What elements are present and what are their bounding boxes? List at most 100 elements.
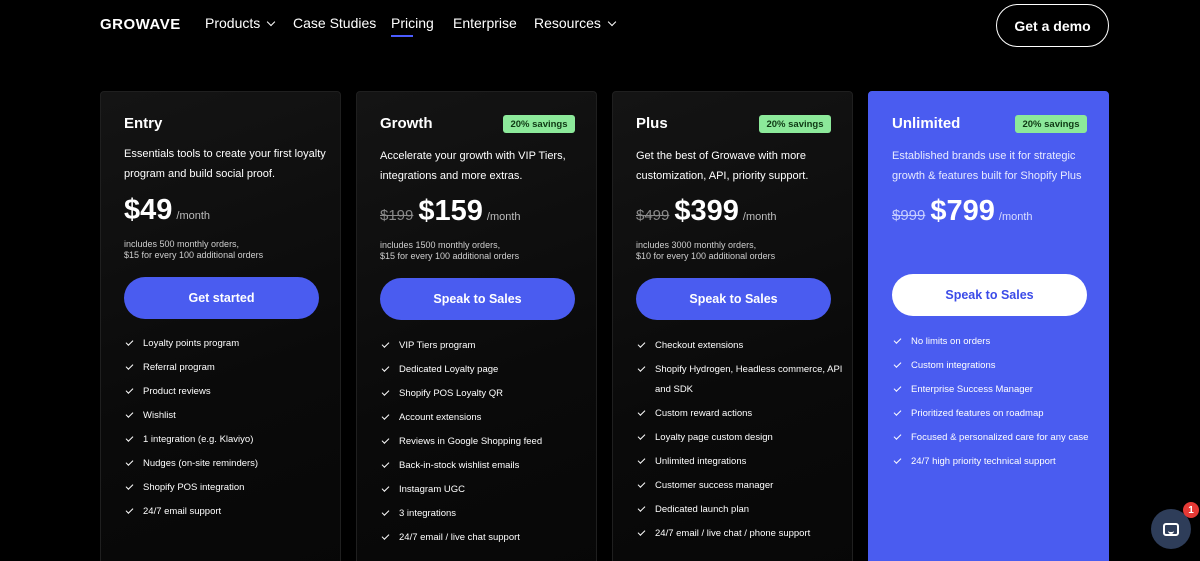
price-period: /month <box>176 210 211 222</box>
check-icon <box>637 432 646 440</box>
feature-list: Loyalty points program Referral program … <box>125 334 331 526</box>
check-icon <box>637 408 646 416</box>
check-icon <box>381 460 390 468</box>
old-price: $999 <box>892 207 926 224</box>
feature-item: Custom reward actions <box>637 404 843 424</box>
feature-text: Loyalty page custom design <box>655 432 773 443</box>
chat-notification-badge: 1 <box>1183 502 1199 518</box>
check-icon <box>893 456 902 464</box>
plan-price: $159 <box>418 195 483 227</box>
nav-case-studies[interactable]: Case Studies <box>293 15 376 31</box>
plan-card-plus: Plus 20% savings Get the best of Growave… <box>612 91 853 561</box>
price-row: $199 $159 /month <box>380 195 521 228</box>
feature-text: Customer success manager <box>655 480 774 491</box>
feature-item: 24/7 email / live chat / phone support <box>637 524 843 544</box>
savings-badge: 20% savings <box>759 115 831 133</box>
orders-line-2: $15 for every 100 additional orders <box>124 250 264 260</box>
feature-text: Loyalty points program <box>143 338 240 349</box>
top-nav: GROWAVE Products Case Studies Pricing En… <box>0 0 1200 50</box>
nav-products[interactable]: Products <box>205 15 276 31</box>
check-icon <box>893 336 902 344</box>
check-icon <box>125 458 134 466</box>
feature-item: VIP Tiers program <box>381 336 587 356</box>
pricing-page: GROWAVE Products Case Studies Pricing En… <box>0 0 1200 561</box>
price-row: $49 /month <box>124 194 210 227</box>
orders-line-2: $10 for every 100 additional orders <box>636 251 776 261</box>
plan-name: Growth <box>380 115 433 132</box>
plan-card-entry: Entry Essentials tools to create your fi… <box>100 91 341 561</box>
feature-text: 24/7 high priority technical support <box>911 456 1056 467</box>
get-started-button[interactable]: Get started <box>124 277 319 319</box>
savings-badge: 20% savings <box>503 115 575 133</box>
feature-item: Prioritized features on roadmap <box>893 404 1099 424</box>
feature-item: Dedicated launch plan <box>637 500 843 520</box>
feature-text: No limits on orders <box>911 336 991 347</box>
feature-text: Custom integrations <box>911 360 996 371</box>
feature-item: Account extensions <box>381 408 587 428</box>
feature-item: Enterprise Success Manager <box>893 380 1099 400</box>
plan-price: $49 <box>124 194 173 226</box>
feature-item: Product reviews <box>125 382 331 402</box>
check-icon <box>381 412 390 420</box>
check-icon <box>381 484 390 492</box>
orders-info: includes 1500 monthly orders, $15 for ev… <box>380 240 519 262</box>
check-icon <box>637 504 646 512</box>
feature-item: 3 integrations <box>381 504 587 524</box>
feature-item: Wishlist <box>125 406 331 426</box>
feature-item: No limits on orders <box>893 332 1099 352</box>
check-icon <box>381 340 390 348</box>
check-icon <box>125 362 134 370</box>
price-period: /month <box>486 211 521 223</box>
orders-info: includes 500 monthly orders, $15 for eve… <box>124 239 263 261</box>
feature-text: 24/7 email / live chat support <box>399 532 520 543</box>
feature-item: 1 integration (e.g. Klaviyo) <box>125 430 331 450</box>
feature-text: Referral program <box>143 362 215 373</box>
feature-text: Reviews in Google Shopping feed <box>399 436 543 447</box>
growave-logo[interactable]: GROWAVE <box>100 16 181 33</box>
check-icon <box>637 480 646 488</box>
check-icon <box>893 384 902 392</box>
feature-text: 24/7 email support <box>143 506 222 517</box>
check-icon <box>893 432 902 440</box>
price-row: $499 $399 /month <box>636 195 777 228</box>
speak-to-sales-button[interactable]: Speak to Sales <box>892 274 1087 316</box>
feature-item: Back-in-stock wishlist emails <box>381 456 587 476</box>
get-a-demo-button[interactable]: Get a demo <box>996 4 1109 47</box>
feature-item: Unlimited integrations <box>637 452 843 472</box>
feature-item: 24/7 high priority technical support <box>893 452 1099 472</box>
feature-item: Shopify POS integration <box>125 478 331 498</box>
old-price: $199 <box>380 207 414 224</box>
price-period: /month <box>742 211 777 223</box>
feature-text: Custom reward actions <box>655 408 753 419</box>
feature-item: Instagram UGC <box>381 480 587 500</box>
check-icon <box>637 364 646 372</box>
chevron-down-icon <box>607 17 617 26</box>
feature-text: Nudges (on-site reminders) <box>143 458 259 469</box>
feature-text: 1 integration (e.g. Klaviyo) <box>143 434 254 445</box>
nav-active-underline <box>391 35 413 37</box>
feature-item: Nudges (on-site reminders) <box>125 454 331 474</box>
plan-description: Established brands use it for strategic … <box>892 150 1082 182</box>
nav-pricing[interactable]: Pricing <box>391 15 434 31</box>
check-icon <box>125 506 134 514</box>
nav-resources[interactable]: Resources <box>534 15 617 31</box>
check-icon <box>637 340 646 348</box>
feature-text: Unlimited integrations <box>655 456 747 467</box>
nav-resources-label: Resources <box>534 15 601 31</box>
feature-list: VIP Tiers program Dedicated Loyalty page… <box>381 336 587 552</box>
feature-item: Reviews in Google Shopping feed <box>381 432 587 452</box>
feature-item: Checkout extensions <box>637 336 843 356</box>
speak-to-sales-button[interactable]: Speak to Sales <box>636 278 831 320</box>
feature-text: Prioritized features on roadmap <box>911 408 1044 419</box>
plan-name: Plus <box>636 115 668 132</box>
check-icon <box>125 386 134 394</box>
nav-products-label: Products <box>205 15 261 31</box>
plan-price: $799 <box>930 195 995 227</box>
check-icon <box>637 456 646 464</box>
nav-enterprise[interactable]: Enterprise <box>453 15 517 31</box>
check-icon <box>381 508 390 516</box>
feature-list: Checkout extensions Shopify Hydrogen, He… <box>637 336 843 548</box>
feature-text: Shopify POS Loyalty QR <box>399 388 504 399</box>
speak-to-sales-button[interactable]: Speak to Sales <box>380 278 575 320</box>
orders-line-1: includes 1500 monthly orders, <box>380 240 501 250</box>
